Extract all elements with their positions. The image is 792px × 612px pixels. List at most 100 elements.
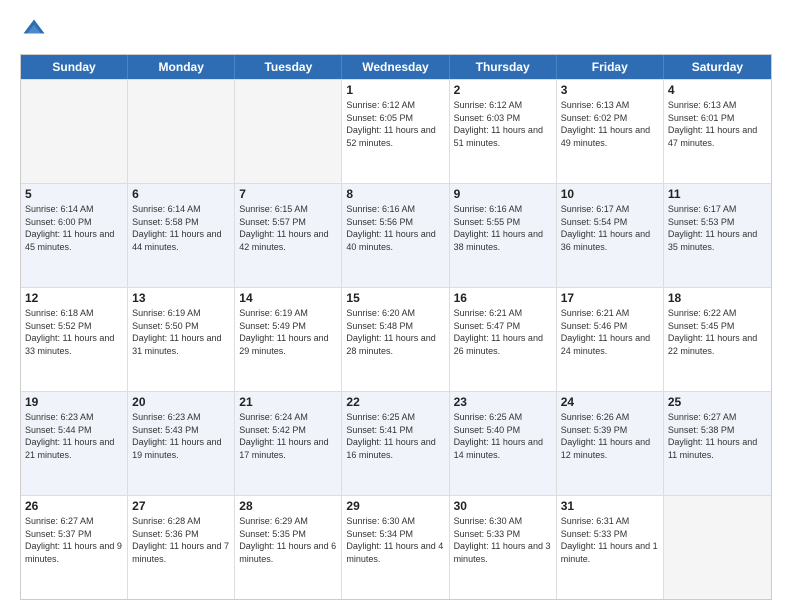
day-number: 16 — [454, 291, 552, 305]
calendar-cell: 26 Sunrise: 6:27 AM Sunset: 5:37 PM Dayli… — [21, 496, 128, 599]
day-number: 7 — [239, 187, 337, 201]
day-number: 4 — [668, 83, 767, 97]
day-number: 9 — [454, 187, 552, 201]
day-info: Sunrise: 6:23 AM Sunset: 5:43 PM Dayligh… — [132, 411, 230, 461]
day-info: Sunrise: 6:15 AM Sunset: 5:57 PM Dayligh… — [239, 203, 337, 253]
weekday-header-thursday: Thursday — [450, 55, 557, 79]
day-number: 17 — [561, 291, 659, 305]
logo — [20, 16, 52, 44]
day-number: 10 — [561, 187, 659, 201]
day-info: Sunrise: 6:30 AM Sunset: 5:34 PM Dayligh… — [346, 515, 444, 565]
day-info: Sunrise: 6:26 AM Sunset: 5:39 PM Dayligh… — [561, 411, 659, 461]
day-info: Sunrise: 6:25 AM Sunset: 5:41 PM Dayligh… — [346, 411, 444, 461]
calendar-cell: 23 Sunrise: 6:25 AM Sunset: 5:40 PM Dayli… — [450, 392, 557, 495]
day-info: Sunrise: 6:27 AM Sunset: 5:38 PM Dayligh… — [668, 411, 767, 461]
day-info: Sunrise: 6:12 AM Sunset: 6:03 PM Dayligh… — [454, 99, 552, 149]
day-number: 18 — [668, 291, 767, 305]
calendar-body: 1 Sunrise: 6:12 AM Sunset: 6:05 PM Daylig… — [21, 79, 771, 599]
weekday-header-monday: Monday — [128, 55, 235, 79]
page: SundayMondayTuesdayWednesdayThursdayFrid… — [0, 0, 792, 612]
day-number: 13 — [132, 291, 230, 305]
day-number: 26 — [25, 499, 123, 513]
day-info: Sunrise: 6:18 AM Sunset: 5:52 PM Dayligh… — [25, 307, 123, 357]
day-number: 14 — [239, 291, 337, 305]
day-number: 2 — [454, 83, 552, 97]
day-info: Sunrise: 6:25 AM Sunset: 5:40 PM Dayligh… — [454, 411, 552, 461]
calendar-header: SundayMondayTuesdayWednesdayThursdayFrid… — [21, 55, 771, 79]
day-info: Sunrise: 6:14 AM Sunset: 6:00 PM Dayligh… — [25, 203, 123, 253]
day-number: 19 — [25, 395, 123, 409]
calendar-cell — [21, 80, 128, 183]
day-number: 27 — [132, 499, 230, 513]
calendar-cell: 1 Sunrise: 6:12 AM Sunset: 6:05 PM Daylig… — [342, 80, 449, 183]
calendar-cell: 9 Sunrise: 6:16 AM Sunset: 5:55 PM Daylig… — [450, 184, 557, 287]
calendar-cell: 7 Sunrise: 6:15 AM Sunset: 5:57 PM Daylig… — [235, 184, 342, 287]
day-info: Sunrise: 6:21 AM Sunset: 5:46 PM Dayligh… — [561, 307, 659, 357]
day-info: Sunrise: 6:23 AM Sunset: 5:44 PM Dayligh… — [25, 411, 123, 461]
day-info: Sunrise: 6:21 AM Sunset: 5:47 PM Dayligh… — [454, 307, 552, 357]
logo-icon — [20, 16, 48, 44]
calendar-cell: 5Sunrise: 6:14 AM Sunset: 6:00 PM Daylig… — [21, 184, 128, 287]
day-info: Sunrise: 6:22 AM Sunset: 5:45 PM Dayligh… — [668, 307, 767, 357]
calendar-cell: 28Sunrise: 6:29 AM Sunset: 5:35 PM Dayli… — [235, 496, 342, 599]
day-number: 21 — [239, 395, 337, 409]
day-info: Sunrise: 6:30 AM Sunset: 5:33 PM Dayligh… — [454, 515, 552, 565]
day-number: 24 — [561, 395, 659, 409]
calendar-cell: 16 Sunrise: 6:21 AM Sunset: 5:47 PM Dayli… — [450, 288, 557, 391]
calendar-cell: 14 Sunrise: 6:19 AM Sunset: 5:49 PM Dayli… — [235, 288, 342, 391]
day-number: 15 — [346, 291, 444, 305]
calendar-row-2: 12 Sunrise: 6:18 AM Sunset: 5:52 PM Dayli… — [21, 287, 771, 391]
day-number: 29 — [346, 499, 444, 513]
calendar-cell: 2 Sunrise: 6:12 AM Sunset: 6:03 PM Daylig… — [450, 80, 557, 183]
day-number: 8 — [346, 187, 444, 201]
calendar-cell: 18 Sunrise: 6:22 AM Sunset: 5:45 PM Dayli… — [664, 288, 771, 391]
day-number: 3 — [561, 83, 659, 97]
weekday-header-saturday: Saturday — [664, 55, 771, 79]
calendar-cell: 25Sunrise: 6:27 AM Sunset: 5:38 PM Dayli… — [664, 392, 771, 495]
calendar-cell: 29 Sunrise: 6:30 AM Sunset: 5:34 PM Dayli… — [342, 496, 449, 599]
calendar-row-3: 19 Sunrise: 6:23 AM Sunset: 5:44 PM Dayli… — [21, 391, 771, 495]
calendar-cell: 10 Sunrise: 6:17 AM Sunset: 5:54 PM Dayli… — [557, 184, 664, 287]
calendar-cell — [128, 80, 235, 183]
calendar-row-0: 1 Sunrise: 6:12 AM Sunset: 6:05 PM Daylig… — [21, 79, 771, 183]
weekday-header-wednesday: Wednesday — [342, 55, 449, 79]
calendar-cell: 3Sunrise: 6:13 AM Sunset: 6:02 PM Daylig… — [557, 80, 664, 183]
calendar-cell: 6 Sunrise: 6:14 AM Sunset: 5:58 PM Daylig… — [128, 184, 235, 287]
day-number: 1 — [346, 83, 444, 97]
day-number: 30 — [454, 499, 552, 513]
weekday-header-sunday: Sunday — [21, 55, 128, 79]
day-info: Sunrise: 6:14 AM Sunset: 5:58 PM Dayligh… — [132, 203, 230, 253]
day-info: Sunrise: 6:19 AM Sunset: 5:50 PM Dayligh… — [132, 307, 230, 357]
day-info: Sunrise: 6:17 AM Sunset: 5:53 PM Dayligh… — [668, 203, 767, 253]
day-number: 23 — [454, 395, 552, 409]
calendar-cell: 8Sunrise: 6:16 AM Sunset: 5:56 PM Daylig… — [342, 184, 449, 287]
day-info: Sunrise: 6:27 AM Sunset: 5:37 PM Dayligh… — [25, 515, 123, 565]
day-info: Sunrise: 6:16 AM Sunset: 5:55 PM Dayligh… — [454, 203, 552, 253]
day-info: Sunrise: 6:13 AM Sunset: 6:01 PM Dayligh… — [668, 99, 767, 149]
calendar-cell: 21Sunrise: 6:24 AM Sunset: 5:42 PM Dayli… — [235, 392, 342, 495]
calendar-cell: 20Sunrise: 6:23 AM Sunset: 5:43 PM Dayli… — [128, 392, 235, 495]
calendar-cell: 30 Sunrise: 6:30 AM Sunset: 5:33 PM Dayli… — [450, 496, 557, 599]
day-info: Sunrise: 6:19 AM Sunset: 5:49 PM Dayligh… — [239, 307, 337, 357]
calendar-cell: 12 Sunrise: 6:18 AM Sunset: 5:52 PM Dayli… — [21, 288, 128, 391]
calendar-cell: 15 Sunrise: 6:20 AM Sunset: 5:48 PM Dayli… — [342, 288, 449, 391]
day-number: 31 — [561, 499, 659, 513]
day-number: 12 — [25, 291, 123, 305]
weekday-header-friday: Friday — [557, 55, 664, 79]
day-number: 6 — [132, 187, 230, 201]
calendar-cell: 22Sunrise: 6:25 AM Sunset: 5:41 PM Dayli… — [342, 392, 449, 495]
day-info: Sunrise: 6:17 AM Sunset: 5:54 PM Dayligh… — [561, 203, 659, 253]
calendar-cell: 27 Sunrise: 6:28 AM Sunset: 5:36 PM Dayli… — [128, 496, 235, 599]
weekday-header-tuesday: Tuesday — [235, 55, 342, 79]
calendar-row-4: 26 Sunrise: 6:27 AM Sunset: 5:37 PM Dayli… — [21, 495, 771, 599]
calendar-cell: 4 Sunrise: 6:13 AM Sunset: 6:01 PM Daylig… — [664, 80, 771, 183]
calendar-cell: 31Sunrise: 6:31 AM Sunset: 5:33 PM Dayli… — [557, 496, 664, 599]
day-info: Sunrise: 6:20 AM Sunset: 5:48 PM Dayligh… — [346, 307, 444, 357]
calendar-cell: 24 Sunrise: 6:26 AM Sunset: 5:39 PM Dayli… — [557, 392, 664, 495]
calendar-cell — [235, 80, 342, 183]
day-info: Sunrise: 6:29 AM Sunset: 5:35 PM Dayligh… — [239, 515, 337, 565]
day-info: Sunrise: 6:28 AM Sunset: 5:36 PM Dayligh… — [132, 515, 230, 565]
calendar-cell: 11Sunrise: 6:17 AM Sunset: 5:53 PM Dayli… — [664, 184, 771, 287]
calendar-cell — [664, 496, 771, 599]
day-info: Sunrise: 6:12 AM Sunset: 6:05 PM Dayligh… — [346, 99, 444, 149]
